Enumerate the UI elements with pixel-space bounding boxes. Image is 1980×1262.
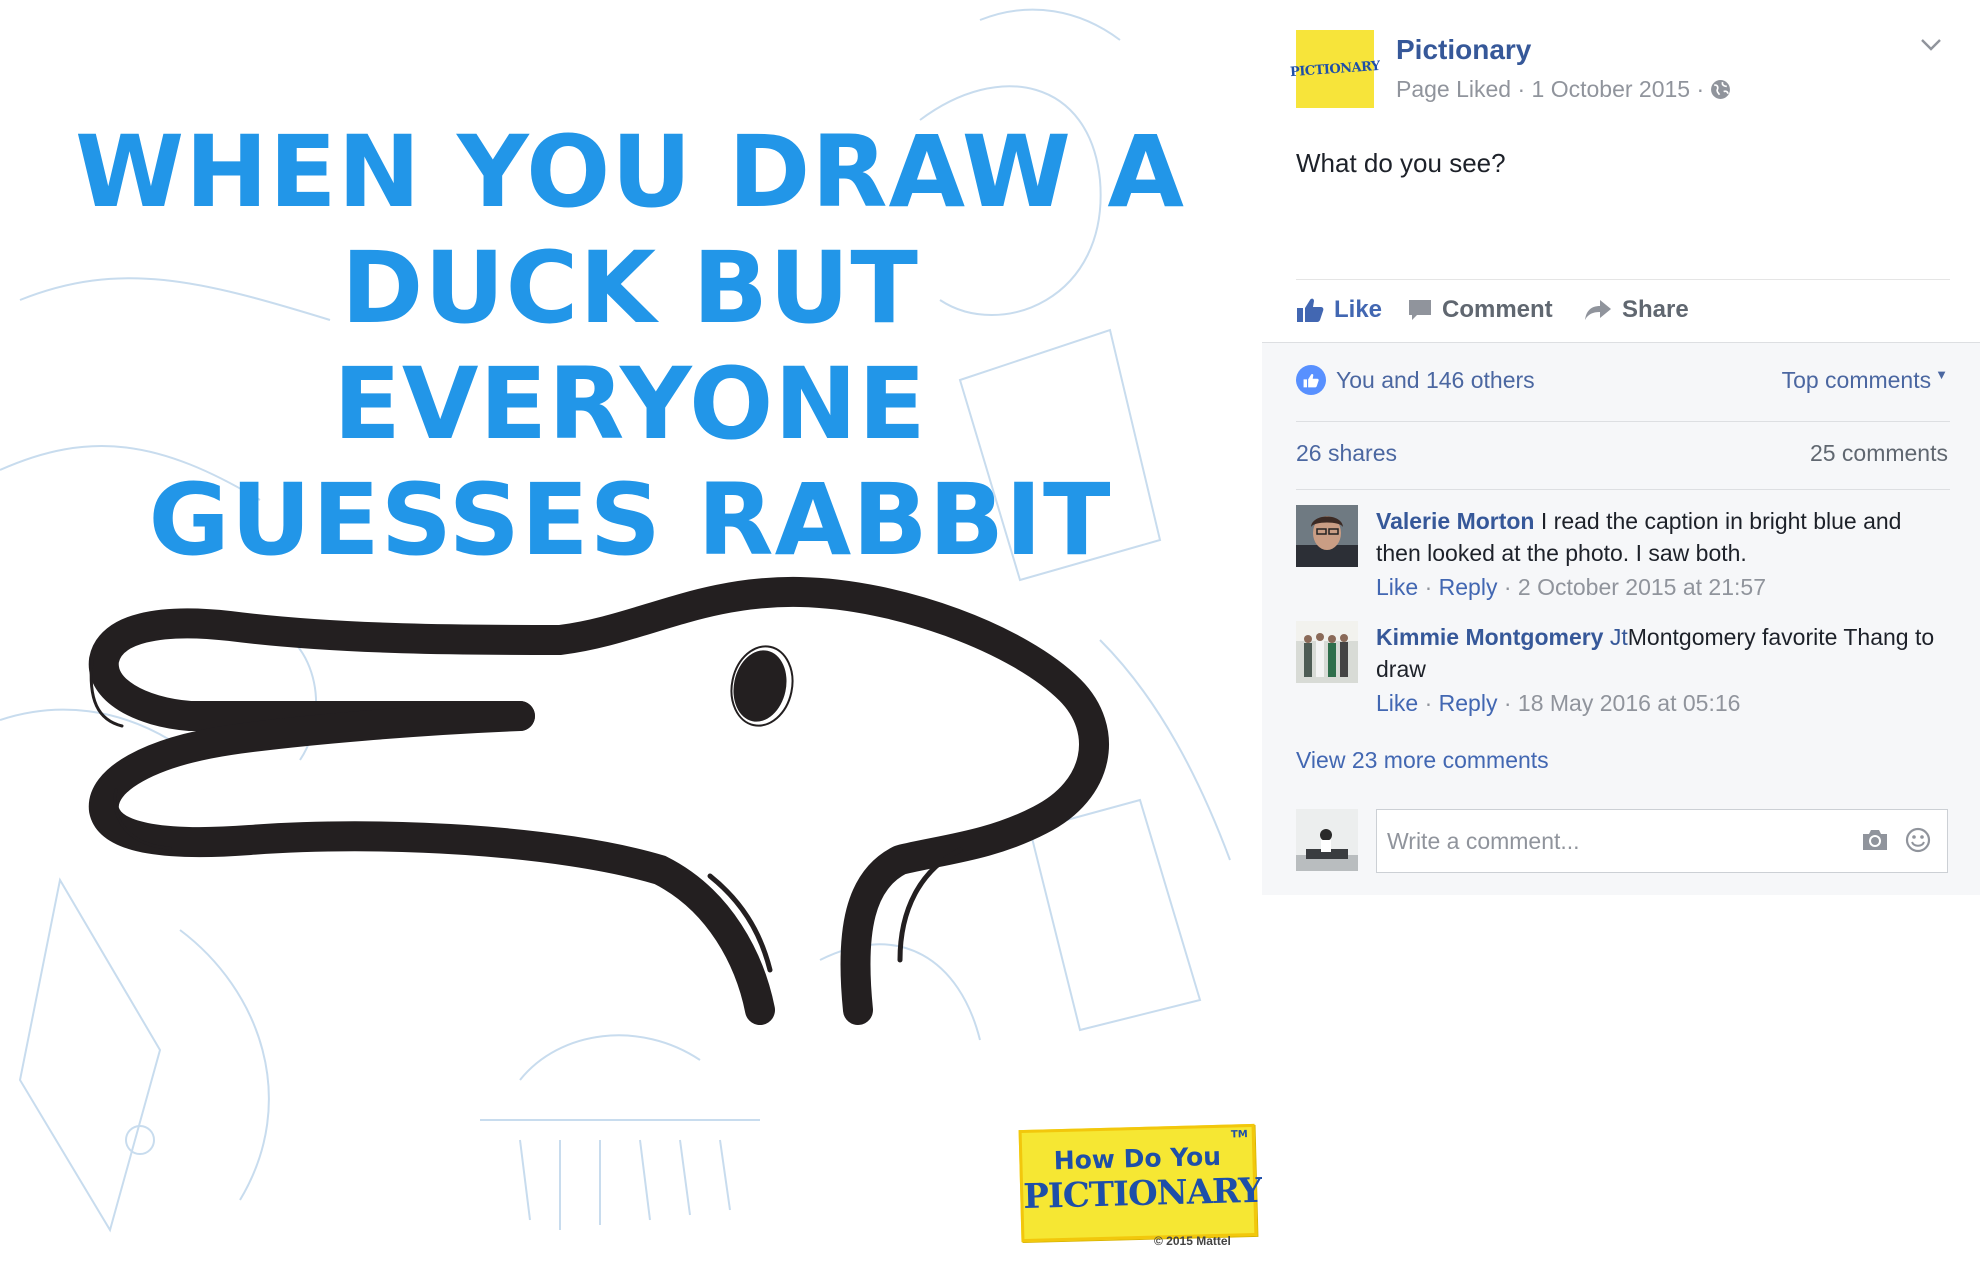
feedback-section: You and 146 others Top comments ▼ 26 shar… [1262,342,1980,895]
divider [1296,421,1950,422]
comment-button-label: Comment [1442,296,1553,323]
post-photo[interactable]: WHEN YOU DRAW A DUCK BUT EVERYONE GUESSE… [0,0,1262,1262]
logo-text-bottom: PICTIONARY? [1022,1170,1262,1217]
page-name-link[interactable]: Pictionary [1396,34,1531,66]
comment-timestamp[interactable]: 2 October 2015 at 21:57 [1518,574,1766,600]
comment-meta: Like · Reply · 18 May 2016 at 05:16 [1376,690,1741,716]
post-panel: PICTIONARY Pictionary Page Liked · 1 Oct… [1262,0,1980,1262]
comment-sort-dropdown[interactable]: Top comments ▼ [1782,367,1948,394]
comment-body: Valerie Morton I read the caption in bri… [1376,505,1936,603]
comment-composer[interactable] [1376,809,1948,873]
comment-like-link[interactable]: Like [1376,574,1418,600]
share-button-label: Share [1622,296,1689,323]
reactions-summary[interactable]: You and 146 others [1296,365,1535,395]
trademark-mark: TM [1230,1129,1248,1141]
like-button[interactable]: Like [1296,296,1382,324]
comment-author-link[interactable]: Valerie Morton [1376,508,1534,534]
globe-icon[interactable] [1710,79,1731,100]
comment-sort-label: Top comments [1781,367,1932,393]
commenter-avatar[interactable] [1296,505,1358,567]
like-reaction-icon [1296,365,1326,395]
copyright-notice: © 2015 Mattel [1154,1234,1231,1248]
page-avatar[interactable]: PICTIONARY [1290,30,1380,108]
shares-count-link[interactable]: 26 shares [1296,440,1397,467]
comment-reply-link[interactable]: Reply [1439,574,1498,600]
comment-like-link[interactable]: Like [1376,690,1418,716]
post-meta: Page Liked · 1 October 2015 · [1396,76,1731,103]
emoji-icon[interactable] [1905,827,1931,853]
like-button-label: Like [1334,296,1383,323]
speech-bubble-icon [1409,300,1431,320]
thumbs-up-icon [1297,298,1324,322]
comment-meta: Like · Reply · 2 October 2015 at 21:57 [1376,574,1766,600]
comment-input[interactable] [1385,820,1829,862]
post-meta-text: Page Liked · 1 October 2015 · [1396,76,1705,102]
share-button[interactable]: Share [1584,296,1689,324]
comment-body: Kimmie Montgomery JtMontgomery favorite … [1376,621,1936,719]
comment-mention-link[interactable]: Jt [1610,624,1628,650]
logo-text-top: How Do You [1053,1141,1222,1176]
camera-icon[interactable] [1861,828,1889,852]
comment-author-link[interactable]: Kimmie Montgomery [1376,624,1603,650]
comment-reply-link[interactable]: Reply [1439,690,1498,716]
comment-button[interactable]: Comment [1408,296,1553,324]
how-do-you-pictionary-logo: TM How Do You PICTIONARY? [1018,1123,1262,1243]
comment-timestamp[interactable]: 18 May 2016 at 05:16 [1518,690,1741,716]
chevron-down-icon[interactable] [1920,38,1942,52]
commenter-avatar[interactable] [1296,621,1358,683]
caret-down-icon: ▼ [1935,367,1948,382]
divider [1296,489,1950,490]
post-message: What do you see? [1296,148,1506,178]
view-more-comments-link[interactable]: View 23 more comments [1296,747,1549,774]
current-user-avatar[interactable] [1296,809,1358,871]
share-arrow-icon [1585,300,1611,320]
reactions-text: You and 146 others [1336,366,1535,393]
page-avatar-logo-text: PICTIONARY [1289,58,1381,80]
comments-count[interactable]: 25 comments [1810,440,1948,467]
duck-rabbit-drawing [88,576,1109,1025]
divider [1296,279,1950,280]
